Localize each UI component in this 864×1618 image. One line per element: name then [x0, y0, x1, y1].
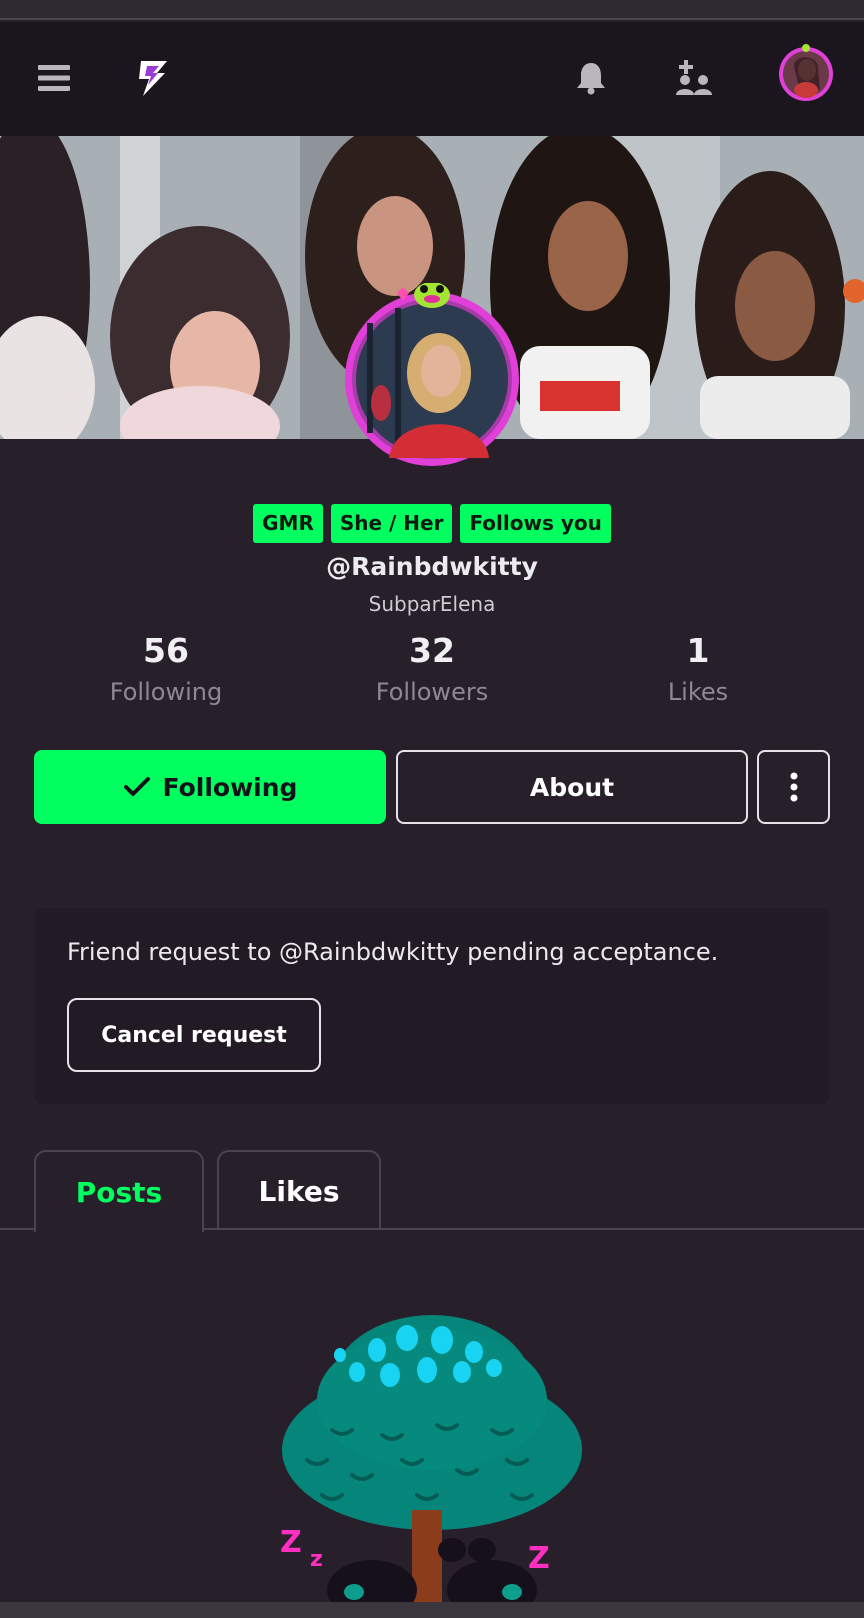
bottom-strip — [0, 1602, 864, 1618]
stat-followers-value: 32 — [409, 631, 455, 670]
stat-followers-label: Followers — [375, 678, 489, 706]
stat-followers[interactable]: 32 Followers — [332, 630, 532, 710]
stat-following[interactable]: 56 Following — [66, 630, 266, 710]
lightning-logo-icon[interactable] — [132, 58, 172, 98]
profile-handle: @Rainbdwkitty — [326, 552, 538, 581]
badge-pronouns: She / Her — [330, 504, 453, 543]
profile-badges: GMR She / Her Follows you — [0, 504, 864, 543]
profile-display-name: SubparElena — [368, 592, 496, 616]
hamburger-icon[interactable] — [34, 58, 74, 98]
stat-likes-value: 1 — [686, 631, 710, 670]
more-options-button[interactable] — [757, 750, 830, 824]
badge-gmr: GMR — [253, 504, 323, 543]
vertical-dots-icon — [790, 772, 797, 802]
stat-likes-label: Likes — [667, 678, 729, 706]
svg-text:z: z — [310, 1547, 323, 1572]
checkmark-icon — [123, 777, 150, 796]
about-button-label: About — [529, 772, 615, 802]
friend-request-panel: Friend request to @Rainbdwkitty pending … — [34, 908, 830, 1104]
following-button[interactable]: Following — [34, 750, 386, 824]
tab-posts[interactable]: Posts — [34, 1150, 204, 1232]
badge-follows-you: Follows you — [460, 504, 611, 543]
bell-icon[interactable] — [574, 58, 608, 98]
stat-following-label: Following — [109, 678, 223, 706]
about-button[interactable]: About — [396, 750, 748, 824]
profile-avatar[interactable] — [339, 282, 525, 469]
cancel-request-button[interactable]: Cancel request — [67, 998, 321, 1072]
svg-text:Z: Z — [280, 1525, 302, 1560]
top-navbar — [0, 22, 864, 136]
tab-likes[interactable]: Likes — [217, 1150, 381, 1230]
user-avatar[interactable] — [776, 42, 836, 102]
sleeping-tree-illustration: Z z Z — [262, 1310, 602, 1618]
add-friend-icon[interactable] — [674, 58, 714, 98]
following-button-label: Following — [162, 772, 298, 802]
status-strip — [0, 0, 864, 20]
friend-request-message: Friend request to @Rainbdwkitty pending … — [67, 938, 719, 966]
stat-following-value: 56 — [143, 631, 189, 670]
stat-likes[interactable]: 1 Likes — [598, 630, 798, 710]
svg-text:Z: Z — [528, 1541, 550, 1576]
